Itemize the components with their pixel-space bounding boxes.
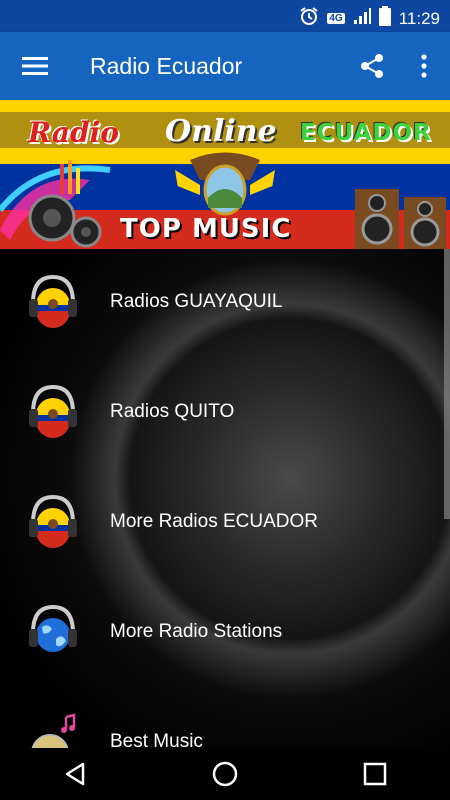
banner-tagline: TOP MUSIC <box>120 214 292 244</box>
recents-square-icon <box>363 762 387 786</box>
status-bar: 4G 11:29 <box>0 0 450 32</box>
speaker-right-icon <box>355 189 446 249</box>
alarm-icon <box>299 6 319 31</box>
battery-icon <box>378 6 391 31</box>
banner-title-row: Radio Online ECUADOR <box>0 112 450 149</box>
banner-radio-text: Radio <box>28 116 119 149</box>
home-circle-icon <box>212 761 238 787</box>
network-type-icon: 4G <box>327 13 345 24</box>
recents-button[interactable] <box>345 748 405 800</box>
speaker-left-icon <box>0 160 111 248</box>
cd-music-icon <box>31 713 76 748</box>
list-item-best-music[interactable]: Best Music <box>0 689 450 748</box>
app-title: Radio Ecuador <box>90 52 243 79</box>
system-navigation-bar <box>0 748 450 800</box>
station-category-list: Radios GUAYAQUIL Radios QUITO More Radio… <box>0 249 450 748</box>
list-item-guayaquil[interactable]: Radios GUAYAQUIL <box>0 249 450 359</box>
ecuador-flag-headphones-icon <box>29 384 77 438</box>
status-icons: 4G 11:29 <box>299 6 440 31</box>
ecuador-flag-headphones-icon <box>29 494 77 548</box>
list-item-label: Best Music <box>110 731 203 748</box>
more-vert-icon <box>421 54 427 78</box>
home-button[interactable] <box>195 748 255 800</box>
globe-headphones-icon <box>29 604 77 652</box>
signal-icon <box>353 7 371 30</box>
menu-button[interactable] <box>0 32 70 100</box>
hamburger-menu-icon <box>22 57 48 75</box>
banner-online-text: Online <box>165 114 277 149</box>
app-bar: Radio Ecuador <box>0 32 450 100</box>
list-item-label: Radios QUITO <box>110 401 235 422</box>
share-icon <box>361 54 383 78</box>
banner-ecuador-text: ECUADOR <box>300 120 432 146</box>
back-triangle-icon <box>65 762 85 786</box>
coat-of-arms-icon <box>175 152 275 216</box>
overflow-menu-button[interactable] <box>398 32 450 100</box>
share-button[interactable] <box>346 32 398 100</box>
status-time: 11:29 <box>398 8 440 28</box>
list-item-quito[interactable]: Radios QUITO <box>0 359 450 469</box>
list-item-label: More Radios ECUADOR <box>110 511 318 532</box>
list-item-label: More Radio Stations <box>110 621 283 642</box>
list-item-more-stations[interactable]: More Radio Stations <box>0 579 450 689</box>
list-item-more-ecuador[interactable]: More Radios ECUADOR <box>0 469 450 579</box>
ecuador-flag-headphones-icon <box>29 274 77 328</box>
back-button[interactable] <box>45 748 105 800</box>
header-banner: Radio Online ECUADOR TOP MUSIC <box>0 100 450 249</box>
list-item-label: Radios GUAYAQUIL <box>110 291 283 312</box>
scrollbar[interactable] <box>444 249 450 519</box>
